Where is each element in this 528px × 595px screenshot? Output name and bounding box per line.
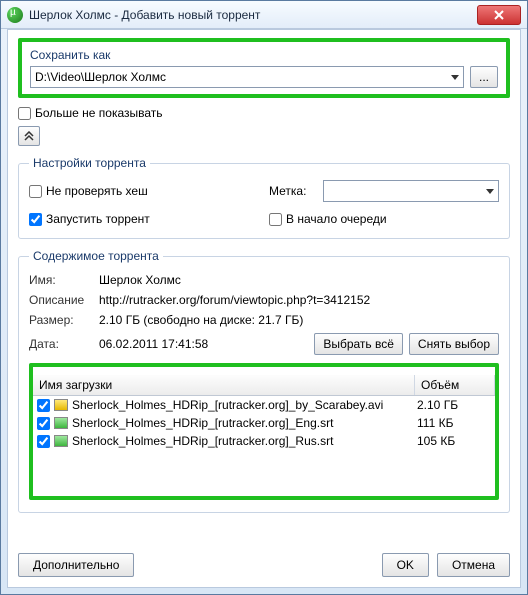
file-name: Sherlock_Holmes_HDRip_[rutracker.org]_En… <box>72 416 413 430</box>
advanced-button[interactable]: Дополнительно <box>18 553 134 577</box>
collapse-button[interactable] <box>18 126 40 146</box>
close-icon <box>494 10 504 20</box>
name-value: Шерлок Холмс <box>99 273 499 287</box>
queue-first-label: В начало очереди <box>286 212 387 226</box>
chevron-down-icon <box>486 189 494 194</box>
file-checkbox[interactable] <box>37 435 50 448</box>
desc-value: http://rutracker.org/forum/viewtopic.php… <box>99 293 499 307</box>
utorrent-icon <box>7 7 23 23</box>
save-as-group: Сохранить как D:\Video\Шерлок Холмс ... <box>18 38 510 98</box>
deselect-button[interactable]: Снять выбор <box>409 333 499 355</box>
skip-hash-checkbox[interactable] <box>29 185 42 198</box>
size-label: Размер: <box>29 313 99 327</box>
torrent-content-group: Содержимое торрента Имя: Шерлок Холмс Оп… <box>18 249 510 513</box>
torrent-settings-group: Настройки торрента Не проверять хеш Метк… <box>18 156 510 239</box>
file-size: 2.10 ГБ <box>417 398 491 412</box>
desc-label: Описание <box>29 293 99 307</box>
settings-legend: Настройки торрента <box>29 156 150 170</box>
queue-first-checkbox[interactable] <box>269 213 282 226</box>
dialog-window: Шерлок Холмс - Добавить новый торрент Со… <box>0 0 528 595</box>
subtitle-file-icon <box>54 417 68 429</box>
skip-hash-label: Не проверять хеш <box>46 184 148 198</box>
select-all-button[interactable]: Выбрать всё <box>314 333 403 355</box>
date-value: 06.02.2011 17:41:58 <box>99 337 308 351</box>
col-size-header[interactable]: Объём <box>415 375 495 395</box>
save-path-combo[interactable]: D:\Video\Шерлок Холмс <box>30 66 464 88</box>
dont-show-row: Больше не показывать <box>18 106 510 120</box>
file-row[interactable]: Sherlock_Holmes_HDRip_[rutracker.org]_by… <box>33 396 495 414</box>
save-as-label: Сохранить как <box>30 48 498 62</box>
file-row[interactable]: Sherlock_Holmes_HDRip_[rutracker.org]_En… <box>33 414 495 432</box>
browse-button[interactable]: ... <box>470 66 498 88</box>
file-table-body: Sherlock_Holmes_HDRip_[rutracker.org]_by… <box>33 396 495 496</box>
file-list-highlight: Имя загрузки Объём Sherlock_Holmes_HDRip… <box>29 363 499 500</box>
file-row[interactable]: Sherlock_Holmes_HDRip_[rutracker.org]_Ru… <box>33 432 495 450</box>
date-label: Дата: <box>29 337 99 351</box>
dont-show-label: Больше не показывать <box>35 106 163 120</box>
video-file-icon <box>54 399 68 411</box>
window-title: Шерлок Холмс - Добавить новый торрент <box>29 8 260 22</box>
subtitle-file-icon <box>54 435 68 447</box>
save-path-value: D:\Video\Шерлок Холмс <box>35 70 166 84</box>
close-button[interactable] <box>477 5 521 25</box>
start-torrent-checkbox[interactable] <box>29 213 42 226</box>
file-name: Sherlock_Holmes_HDRip_[rutracker.org]_by… <box>72 398 413 412</box>
chevron-down-icon <box>451 75 459 80</box>
file-checkbox[interactable] <box>37 417 50 430</box>
file-checkbox[interactable] <box>37 399 50 412</box>
name-label: Имя: <box>29 273 99 287</box>
tag-label: Метка: <box>269 184 319 198</box>
cancel-button[interactable]: Отмена <box>437 553 510 577</box>
file-name: Sherlock_Holmes_HDRip_[rutracker.org]_Ru… <box>72 434 413 448</box>
file-table-header: Имя загрузки Объём <box>33 375 495 396</box>
file-size: 111 КБ <box>417 416 491 430</box>
col-name-header[interactable]: Имя загрузки <box>33 375 415 395</box>
dont-show-checkbox[interactable] <box>18 107 31 120</box>
content-legend: Содержимое торрента <box>29 249 163 263</box>
file-size: 105 КБ <box>417 434 491 448</box>
size-value: 2.10 ГБ (свободно на диске: 21.7 ГБ) <box>99 313 499 327</box>
double-chevron-up-icon <box>24 131 34 141</box>
titlebar[interactable]: Шерлок Холмс - Добавить новый торрент <box>1 1 527 29</box>
bottom-bar: Дополнительно OK Отмена <box>18 553 510 577</box>
client-area: Сохранить как D:\Video\Шерлок Холмс ... … <box>7 29 521 588</box>
tag-combo[interactable] <box>323 180 499 202</box>
file-table: Имя загрузки Объём Sherlock_Holmes_HDRip… <box>33 375 495 496</box>
start-torrent-label: Запустить торрент <box>46 212 150 226</box>
ok-button[interactable]: OK <box>382 553 429 577</box>
